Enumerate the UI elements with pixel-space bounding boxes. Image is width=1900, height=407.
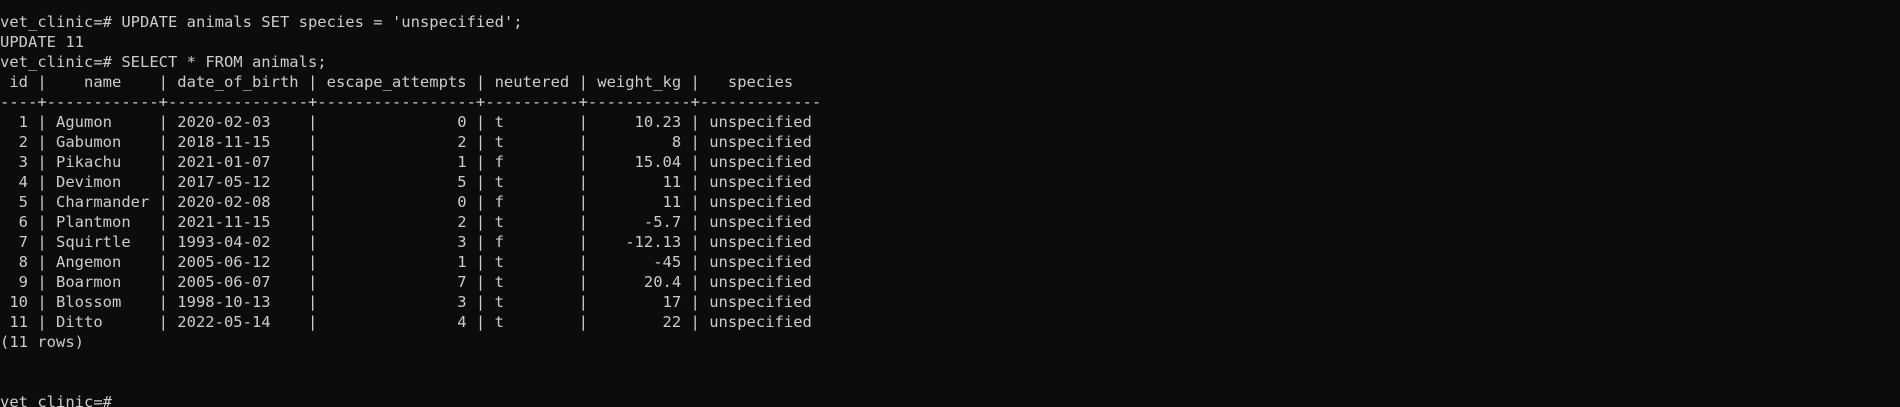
command-text: SELECT * FROM animals; xyxy=(121,53,327,71)
table-row: 2 | Gabumon | 2018-11-15 | 2 | t | 8 | u… xyxy=(0,133,812,151)
prompt: vet_clinic=# xyxy=(0,13,122,31)
command-text: UPDATE animals SET species = 'unspecifie… xyxy=(121,13,523,31)
table-row: 4 | Devimon | 2017-05-12 | 5 | t | 11 | … xyxy=(0,173,812,191)
table-row: 7 | Squirtle | 1993-04-02 | 3 | f | -12.… xyxy=(0,233,812,251)
table-row: 9 | Boarmon | 2005-06-07 | 7 | t | 20.4 … xyxy=(0,273,812,291)
table-row: 6 | Plantmon | 2021-11-15 | 2 | t | -5.7… xyxy=(0,213,812,231)
table-header: id | name | date_of_birth | escape_attem… xyxy=(0,73,794,91)
command-line: vet_clinic=# UPDATE animals SET species … xyxy=(0,12,1900,32)
table-body: 1 | Agumon | 2020-02-03 | 0 | t | 10.23 … xyxy=(0,112,1900,332)
table-row: 5 | Charmander | 2020-02-08 | 0 | f | 11… xyxy=(0,193,812,211)
row-count: (11 rows) xyxy=(0,333,84,351)
table-row: 11 | Ditto | 2022-05-14 | 4 | t | 22 | u… xyxy=(0,313,812,331)
prompt: vet_clinic=# xyxy=(0,53,122,71)
table-separator: ----+------------+---------------+------… xyxy=(0,93,822,111)
table-row: 3 | Pikachu | 2021-01-07 | 1 | f | 15.04… xyxy=(0,153,812,171)
table-row: 10 | Blossom | 1998-10-13 | 3 | t | 17 |… xyxy=(0,293,812,311)
prompt: vet_clinic=# xyxy=(0,393,122,407)
input-line[interactable]: vet_clinic=# xyxy=(0,392,1900,407)
output-line: UPDATE 11 xyxy=(0,33,84,51)
terminal-window[interactable]: vet_clinic=# UPDATE animals SET species … xyxy=(0,0,1900,407)
table-row: 8 | Angemon | 2005-06-12 | 1 | t | -45 |… xyxy=(0,253,812,271)
command-line: vet_clinic=# SELECT * FROM animals; xyxy=(0,52,1900,72)
table-row: 1 | Agumon | 2020-02-03 | 0 | t | 10.23 … xyxy=(0,113,812,131)
